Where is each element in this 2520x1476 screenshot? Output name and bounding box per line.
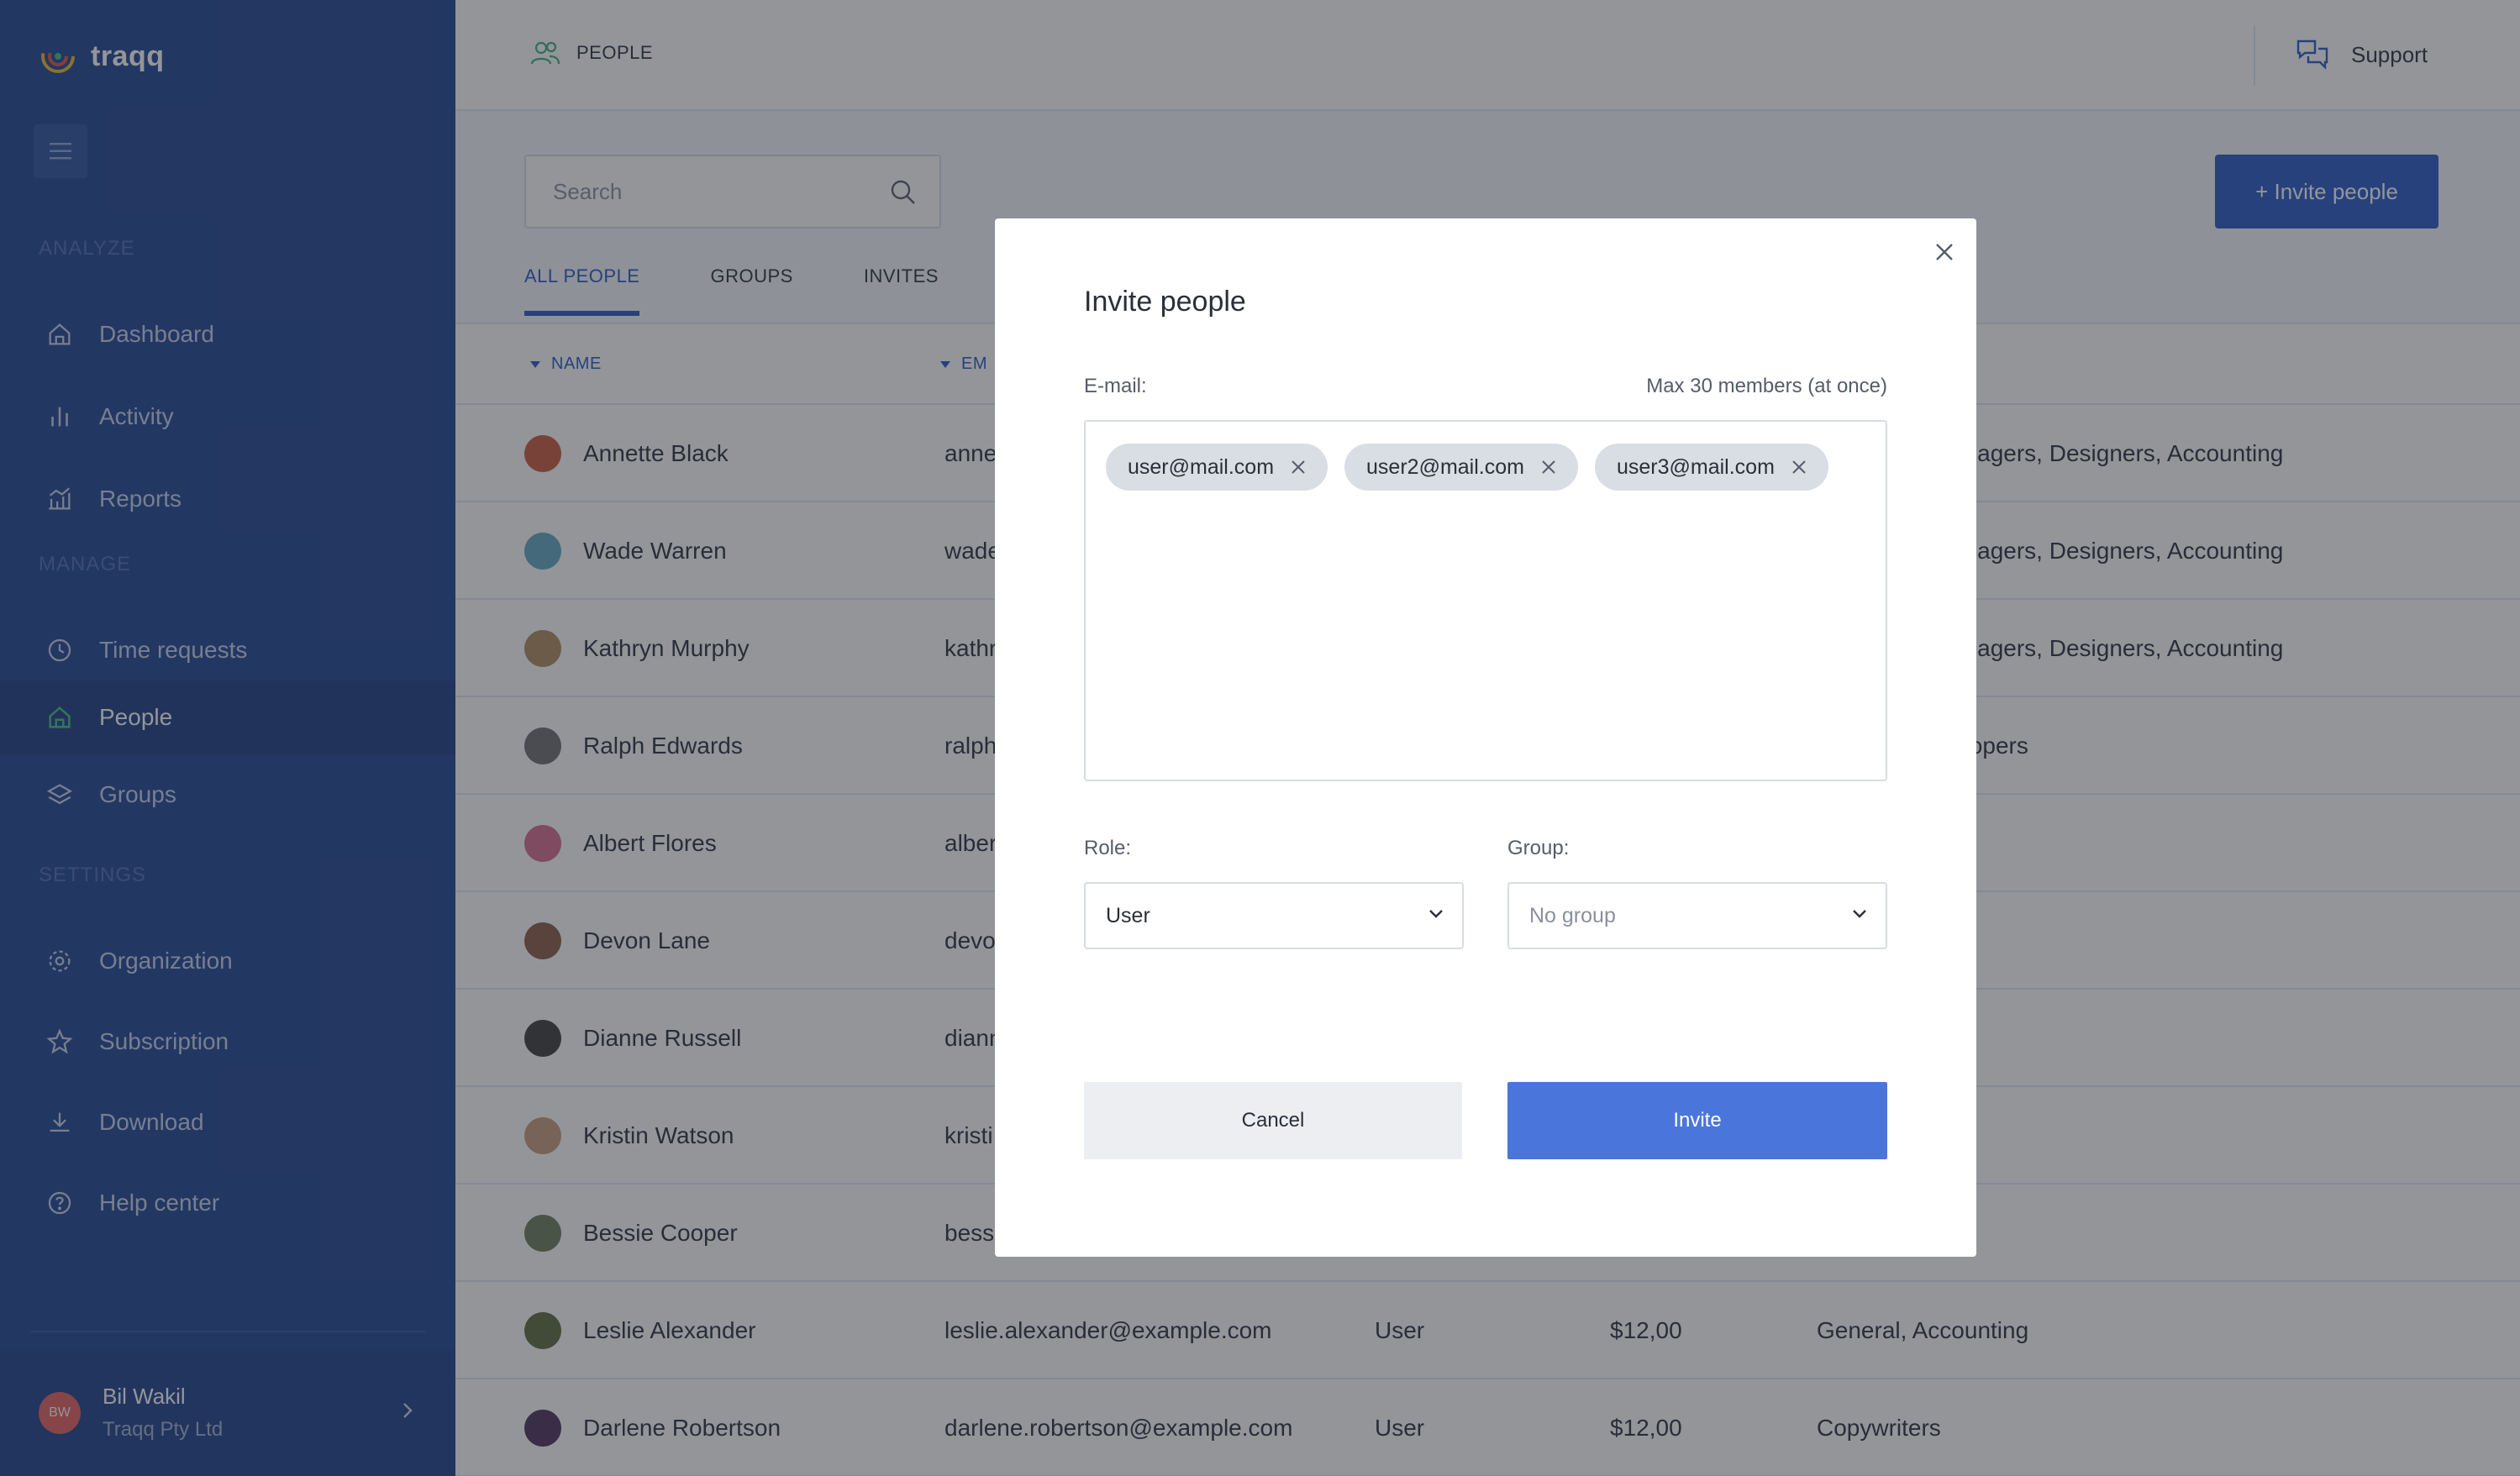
role-label: Role:	[1084, 837, 1132, 859]
dialog-title: Invite people	[1084, 286, 1246, 318]
group-label: Group:	[1507, 837, 1570, 859]
remove-chip-icon[interactable]	[1291, 460, 1306, 475]
group-select-value: No group	[1529, 903, 1616, 927]
email-chip: user3@mail.com	[1594, 444, 1828, 491]
email-chip: user2@mail.com	[1344, 444, 1578, 491]
invite-people-dialog: Invite people E-mail: Max 30 members (at…	[995, 218, 1976, 1257]
email-label: E-mail:	[1084, 375, 1147, 397]
close-button[interactable]	[1928, 235, 1961, 269]
group-select[interactable]: No group	[1507, 882, 1887, 949]
email-chip: user@mail.com	[1106, 444, 1328, 491]
email-chip-text: user@mail.com	[1128, 454, 1275, 479]
email-tags-input[interactable]: user@mail.com user2@mail.com user3@mail.…	[1084, 420, 1887, 781]
close-icon	[1936, 244, 1953, 260]
max-members-hint: Max 30 members (at once)	[1646, 375, 1887, 397]
chevron-down-icon	[1429, 910, 1443, 918]
chevron-down-icon	[1853, 910, 1866, 918]
invite-button[interactable]: Invite	[1507, 1082, 1887, 1159]
role-select-value: User	[1106, 903, 1150, 927]
remove-chip-icon[interactable]	[1541, 460, 1556, 475]
remove-chip-icon[interactable]	[1791, 460, 1807, 475]
email-chip-text: user3@mail.com	[1616, 454, 1775, 479]
email-chip-text: user2@mail.com	[1366, 454, 1524, 479]
cancel-button[interactable]: Cancel	[1084, 1082, 1462, 1159]
role-select[interactable]: User	[1084, 882, 1464, 949]
